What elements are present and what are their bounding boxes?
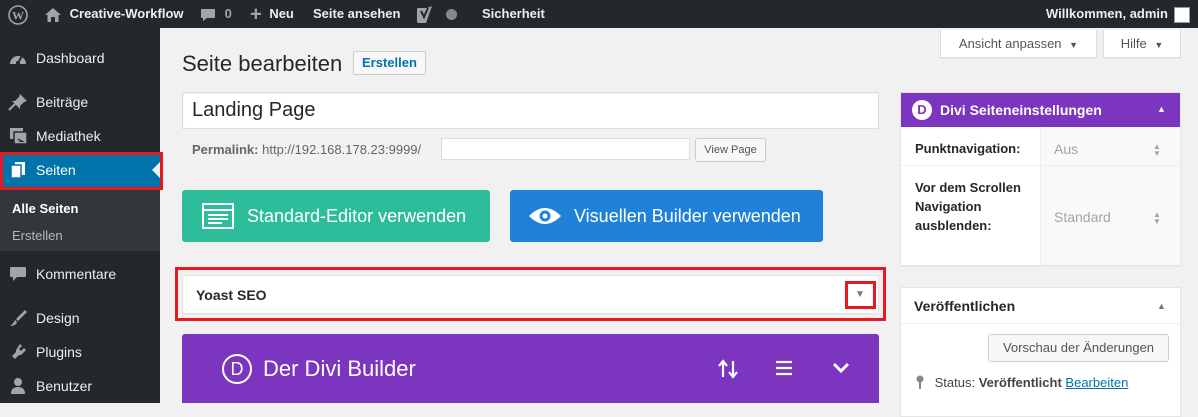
permalink-row: Permalink: http://192.168.178.23:9999/ <box>192 142 421 157</box>
divi-builder-title: Der Divi Builder <box>263 356 416 381</box>
document-editor-icon <box>202 203 234 229</box>
standard-editor-label: Standard-Editor verwenden <box>247 206 467 226</box>
comments-count: 0 <box>224 6 232 21</box>
sidebar-item-label: Dashboard <box>36 50 105 66</box>
sidebar-item-pages[interactable]: Seiten <box>0 153 160 187</box>
sidebar-item-label: Design <box>36 310 80 326</box>
divi-builder-header: D Der Divi Builder <box>182 334 879 403</box>
title-input[interactable]: Landing Page <box>182 92 879 129</box>
admin-bar: W Creative-Workflow 0 + Neu Seite ansehe… <box>0 0 1198 28</box>
pages-icon <box>10 162 25 179</box>
help-button[interactable]: Hilfe ▼ <box>1103 30 1181 58</box>
status-value: Veröffentlicht <box>978 375 1062 390</box>
view-page-button[interactable]: View Page <box>695 138 766 162</box>
current-menu-arrow <box>152 162 160 178</box>
comments-link[interactable]: 0 <box>200 0 232 28</box>
select-arrows-icon: ▲ ▼ <box>1153 142 1161 158</box>
caret-down-icon: ▼ <box>1154 40 1164 50</box>
sidebar-item-label: Beiträge <box>36 94 89 110</box>
user-icon <box>11 378 25 394</box>
sidebar-item-label: Mediathek <box>36 128 101 144</box>
divi-settings-title: Divi Seiteneinstellungen <box>940 102 1102 118</box>
comment-bubble-icon <box>201 8 215 21</box>
collapse-up-icon[interactable]: ▲ <box>1157 104 1166 114</box>
permalink-label: Permalink: <box>192 142 259 157</box>
select-arrows-icon: ▲ ▼ <box>1153 210 1161 226</box>
view-page-link[interactable]: Seite ansehen <box>313 0 400 28</box>
divi-logo-icon: D <box>222 354 252 384</box>
visual-builder-button[interactable]: Visuellen Builder verwenden <box>510 190 823 242</box>
admin-sidebar: Dashboard Beiträge Mediathek Seiten Alle… <box>0 28 160 403</box>
permalink-slug-input[interactable] <box>441 138 690 160</box>
svg-text:W: W <box>12 8 24 22</box>
sidebar-item-label: Seiten <box>36 162 76 178</box>
sidebar-item-plugins[interactable]: Plugins <box>0 335 160 369</box>
submenu-create[interactable]: Erstellen <box>12 228 63 243</box>
divi-page-settings-metabox: D Divi Seiteneinstellungen ▲ Punktnaviga… <box>900 92 1181 266</box>
sidebar-item-label: Plugins <box>36 344 82 360</box>
eye-icon <box>529 208 561 224</box>
home-icon <box>45 7 61 22</box>
wordpress-logo-icon[interactable]: W <box>8 0 28 28</box>
publish-title: Veröffentlichen <box>914 298 1016 314</box>
menu-icon[interactable] <box>775 360 793 376</box>
dashboard-gauge-icon <box>10 55 26 65</box>
status-label: Status: <box>934 375 976 390</box>
divi-settings-header[interactable]: D Divi Seiteneinstellungen ▲ <box>901 93 1180 127</box>
yoast-seo-title: Yoast SEO <box>196 287 267 303</box>
chevron-down-icon[interactable] <box>832 362 850 374</box>
plugin-plug-icon <box>12 344 26 359</box>
hide-navigation-label: Vor dem Scrollen Navigation ausblenden: <box>915 180 1021 233</box>
media-icon <box>10 128 28 145</box>
divi-logo-icon: D <box>912 100 932 120</box>
avatar-icon <box>1174 6 1190 23</box>
sidebar-item-comments[interactable]: Kommentare <box>0 257 160 291</box>
sidebar-item-dashboard[interactable]: Dashboard <box>0 41 160 75</box>
yoast-icon <box>417 5 432 23</box>
site-name-link[interactable]: Creative-Workflow <box>44 0 184 28</box>
caret-down-icon: ▼ <box>1069 40 1079 50</box>
pushpin-icon <box>8 94 27 111</box>
seo-score-dot-icon <box>445 9 457 21</box>
collapse-toggle-icon[interactable]: ▼ <box>855 289 865 300</box>
help-label: Hilfe <box>1120 36 1147 51</box>
status-row: Status: Veröffentlicht Bearbeiten <box>915 375 1128 390</box>
standard-editor-button[interactable]: Standard-Editor verwenden <box>182 190 490 242</box>
comment-bubble-icon <box>10 267 26 281</box>
screen-options-label: Ansicht anpassen <box>958 36 1062 51</box>
new-content-link[interactable]: + Neu <box>250 0 294 28</box>
dot-navigation-label: Punktnavigation: <box>915 141 1021 156</box>
my-account-link[interactable]: Willkommen, admin <box>1046 0 1168 28</box>
visual-builder-label: Visuellen Builder verwenden <box>574 206 801 226</box>
sidebar-item-label: Kommentare <box>36 266 117 282</box>
preview-changes-button[interactable]: Vorschau der Änderungen <box>988 334 1169 362</box>
add-new-button[interactable]: Erstellen <box>353 51 426 75</box>
publish-metabox: Veröffentlichen ▲ Vorschau der Änderunge… <box>900 287 1181 417</box>
site-name: Creative-Workflow <box>69 6 184 21</box>
new-label: Neu <box>269 6 294 21</box>
dot-navigation-select[interactable]: Aus <box>1054 141 1078 157</box>
paintbrush-icon <box>10 310 27 326</box>
publish-header[interactable]: Veröffentlichen ▲ <box>901 288 1180 324</box>
sidebar-item-posts[interactable]: Beiträge <box>0 85 160 119</box>
edit-status-link[interactable]: Bearbeiten <box>1065 375 1128 390</box>
page-title: Seite bearbeiten <box>182 51 343 76</box>
permalink-base: http://192.168.178.23:9999/ <box>262 142 422 157</box>
pin-icon <box>916 375 924 389</box>
sidebar-item-users[interactable]: Benutzer <box>0 369 160 403</box>
collapse-up-icon[interactable]: ▲ <box>1157 301 1166 311</box>
submenu-all-pages[interactable]: Alle Seiten <box>12 201 78 216</box>
yoast-menu[interactable] <box>416 0 457 28</box>
screen-options-button[interactable]: Ansicht anpassen ▼ <box>940 30 1097 58</box>
security-link[interactable]: Sicherheit <box>482 0 545 28</box>
sidebar-item-label: Benutzer <box>36 378 93 394</box>
hide-navigation-select[interactable]: Standard <box>1054 209 1111 225</box>
settings-divider <box>901 165 1180 166</box>
sort-arrows-icon[interactable] <box>717 359 739 379</box>
avatar[interactable] <box>1174 0 1190 28</box>
sidebar-item-design[interactable]: Design <box>0 301 160 335</box>
plus-icon: + <box>250 3 262 26</box>
sidebar-item-media[interactable]: Mediathek <box>0 119 160 153</box>
yoast-seo-metabox[interactable]: Yoast SEO ▼ <box>182 275 879 314</box>
